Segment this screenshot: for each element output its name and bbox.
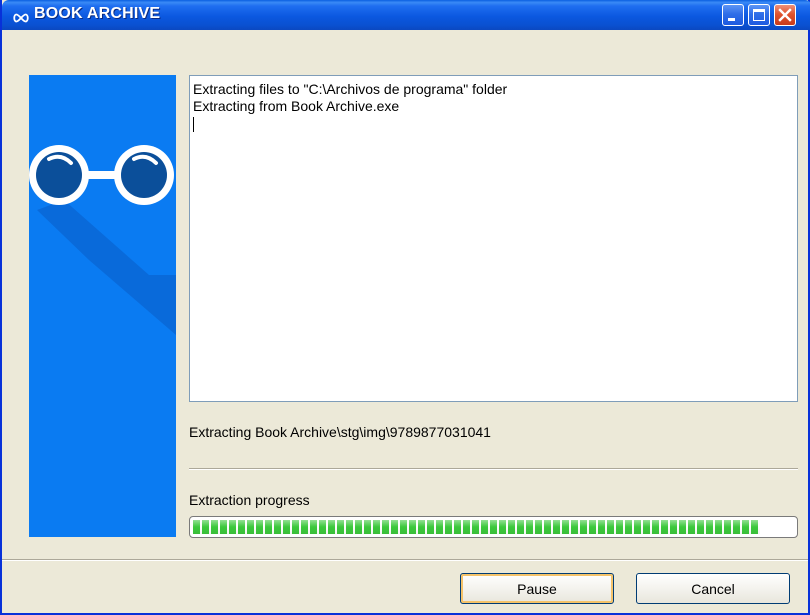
pause-button[interactable]: Pause	[460, 573, 614, 604]
progress-label: Extraction progress	[189, 492, 310, 508]
cancel-button[interactable]: Cancel	[636, 573, 790, 604]
log-line: Extracting files to "C:\Archivos de prog…	[193, 81, 508, 97]
maximize-button[interactable]	[748, 4, 770, 26]
side-banner	[29, 75, 176, 537]
window-title: BOOK ARCHIVE	[34, 5, 161, 22]
glasses-icon	[29, 145, 176, 335]
extraction-progress-bar	[189, 516, 798, 538]
maximize-icon	[753, 9, 765, 21]
progress-fill	[193, 520, 760, 534]
title-bar[interactable]: BOOK ARCHIVE	[2, 0, 810, 30]
divider	[189, 468, 798, 470]
infinity-icon	[12, 9, 30, 23]
extraction-log[interactable]: Extracting files to "C:\Archivos de prog…	[189, 75, 798, 402]
minimize-button[interactable]	[722, 4, 744, 26]
text-cursor	[193, 115, 794, 132]
close-button[interactable]	[774, 4, 796, 26]
current-file-status: Extracting Book Archive\stg\img\97898770…	[189, 424, 491, 440]
installer-window: BOOK ARCHIVE Extracting files to "C:\Arc…	[0, 0, 810, 615]
close-icon	[778, 8, 792, 22]
log-line: Extracting from Book Archive.exe	[193, 98, 400, 114]
minimize-icon	[728, 18, 735, 21]
footer-divider	[2, 559, 808, 561]
